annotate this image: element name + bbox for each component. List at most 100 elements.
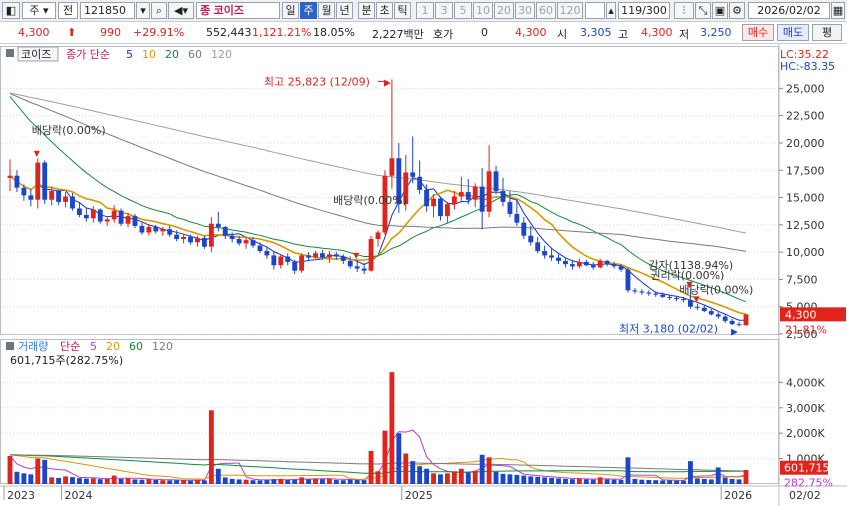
candle-body	[368, 239, 374, 271]
candle-body	[326, 254, 332, 258]
volume-legend-label: 거래량	[18, 340, 48, 353]
volume-bar	[563, 478, 568, 484]
candle-body	[410, 172, 416, 177]
volume-summary: 601,715주(282.75%)	[10, 354, 123, 367]
minute-60-button[interactable]: 60	[536, 2, 556, 19]
volume-bar	[118, 478, 124, 484]
type-select[interactable]: 전	[58, 2, 78, 19]
minute-3-button[interactable]: 3	[435, 2, 453, 19]
volume-bar	[83, 478, 89, 484]
code-input[interactable]: 121850	[80, 2, 135, 19]
sell-button[interactable]: 매도	[777, 24, 809, 41]
minute-120-button[interactable]: 120	[557, 2, 583, 19]
volume-bar	[229, 478, 235, 484]
minute-20-button[interactable]: 20	[494, 2, 514, 19]
code-dropdown-icon[interactable]: ▾	[136, 2, 150, 19]
candle-body	[292, 261, 298, 271]
period-day-button[interactable]: 일	[282, 2, 299, 19]
volume-bar	[77, 478, 82, 484]
minute-5-button[interactable]: 5	[454, 2, 472, 19]
volume-bar	[139, 479, 145, 484]
zoom-icon[interactable]: ⤡	[695, 2, 711, 19]
volume-bar	[243, 479, 249, 484]
candle-body	[424, 189, 430, 207]
candle-body	[63, 196, 68, 202]
save-icon[interactable]: ▣	[712, 2, 728, 19]
buy-button[interactable]: 매수	[742, 24, 774, 41]
volume-ma-legend-20: 20	[106, 340, 120, 353]
price-change: 990	[100, 26, 121, 39]
stock-chart[interactable]: 최고 25,823 (12/09) ▶ 최저 3,180 (02/02) ▶ 배당락(0…	[0, 44, 847, 506]
candle-body	[160, 229, 166, 232]
minute-30-button[interactable]: 30	[515, 2, 535, 19]
volume-bar	[90, 478, 96, 484]
candle-body	[222, 227, 228, 236]
candle-body	[340, 256, 346, 261]
chart-type-icon[interactable]: ⫶	[674, 2, 694, 19]
interval-stepper-icon[interactable]: ▴	[606, 2, 616, 19]
volume-bar	[583, 479, 589, 484]
volume-bar	[340, 480, 346, 484]
volume-bar	[160, 480, 166, 484]
toolbar: ◧ 주 ▾ 전 121850 ▾ ⌕ ◀▾ 종 코이즈 일 주 월 년 분 초 …	[0, 0, 847, 22]
volume-bar	[438, 474, 443, 484]
candle-body	[507, 201, 513, 214]
stock-name-field[interactable]: 종 코이즈	[196, 2, 280, 19]
volume-bar	[313, 478, 318, 484]
panel-menu-icon[interactable]	[6, 49, 14, 57]
volume-bar	[104, 478, 110, 484]
candle-body	[458, 192, 464, 197]
volume-panel-menu-icon[interactable]	[6, 342, 14, 350]
price-tick-label: 7,500	[786, 273, 818, 286]
volume-bar	[597, 477, 603, 484]
calendar-icon[interactable]: ▦	[831, 2, 845, 19]
volume-bar	[333, 479, 339, 484]
eval-button[interactable]: 평	[812, 24, 842, 41]
candle-body	[14, 175, 20, 188]
period-week-button[interactable]: 주	[300, 2, 317, 19]
volume-bar	[70, 477, 75, 484]
volume-bar	[431, 473, 436, 484]
interval-input[interactable]	[585, 2, 605, 19]
speaker-icon[interactable]: ◀▾	[168, 2, 194, 19]
volume-bar	[174, 480, 180, 484]
period-month-button[interactable]: 월	[318, 2, 335, 19]
period-tick-button[interactable]: 틱	[394, 2, 411, 19]
settings-icon[interactable]: ⚙	[729, 2, 745, 19]
period-year-button[interactable]: 년	[336, 2, 353, 19]
volume-bar	[389, 372, 395, 484]
minute-1-button[interactable]: 1	[416, 2, 434, 19]
candle-body	[611, 264, 617, 267]
period-second-button[interactable]: 초	[376, 2, 393, 19]
turnover-ratio: 18.05%	[313, 26, 355, 39]
volume-bar	[569, 479, 575, 484]
candle-body	[153, 227, 159, 232]
candle-body	[77, 208, 82, 216]
volume-bar	[222, 477, 228, 484]
volume-bar	[694, 478, 700, 484]
candle-body	[500, 190, 506, 202]
candle-body	[556, 257, 561, 261]
candle-body	[632, 290, 638, 292]
candle-body	[465, 192, 471, 200]
candle-body	[486, 171, 492, 212]
menu-icon[interactable]: ◧	[2, 2, 20, 19]
up-arrow-icon: ⬆	[67, 26, 77, 39]
search-icon[interactable]: ⌕	[151, 2, 167, 19]
event-marker-icon: ▼	[34, 149, 41, 158]
volume-bar	[63, 476, 68, 484]
volume-bar	[326, 478, 332, 484]
candle-body	[549, 255, 555, 258]
candle-body	[97, 209, 103, 222]
date-field[interactable]: 2026/02/02	[748, 2, 830, 19]
price-tick-label: 25,000	[786, 82, 825, 95]
candle-body	[569, 264, 575, 267]
volume-bar	[653, 480, 659, 484]
minute-10-button[interactable]: 10	[473, 2, 493, 19]
candle-body	[195, 237, 200, 243]
period-minute-button[interactable]: 분	[358, 2, 375, 19]
volume-bar	[611, 479, 617, 484]
volume-bar	[167, 480, 173, 484]
market-select[interactable]: 주 ▾	[22, 2, 56, 19]
bars-count-field[interactable]: 119/300	[618, 2, 670, 19]
